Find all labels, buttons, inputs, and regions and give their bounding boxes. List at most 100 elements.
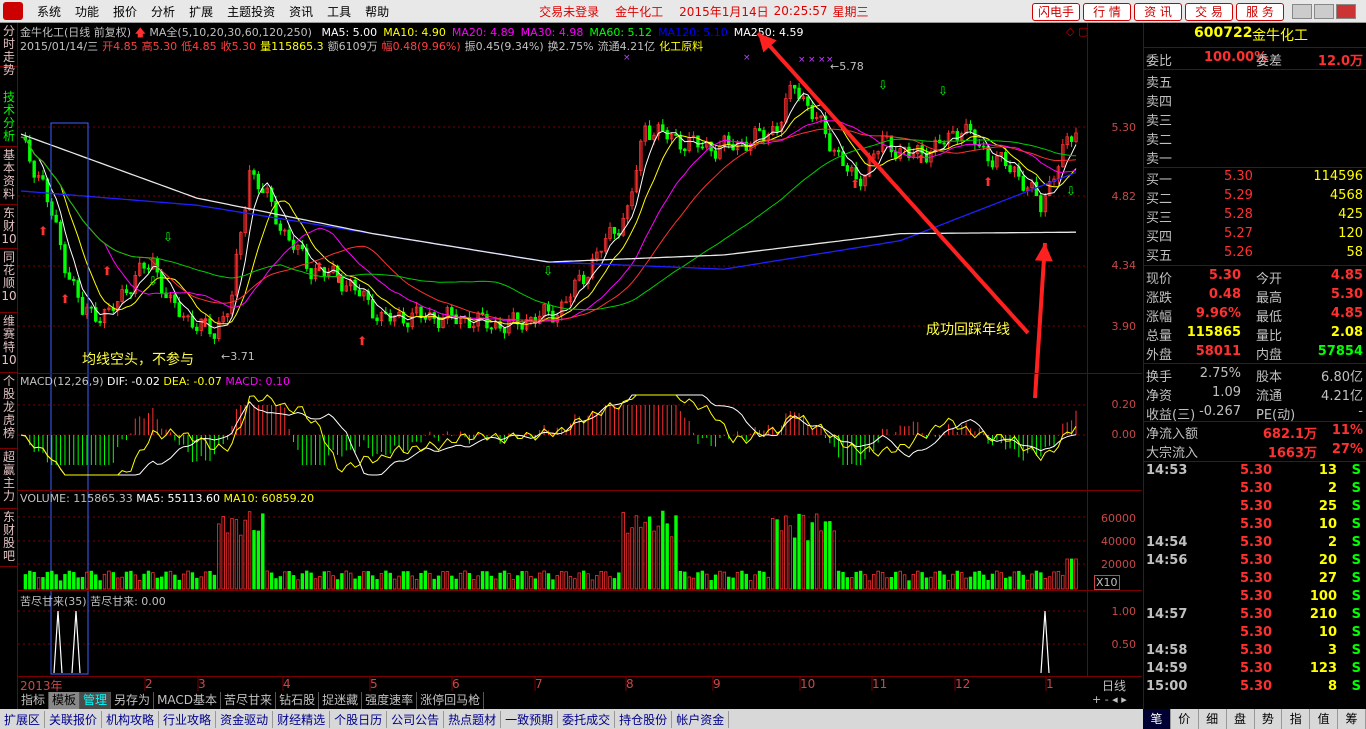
volume-ma5: MA5: 55113.60	[136, 492, 220, 505]
volume-bar	[199, 576, 203, 590]
menu-item[interactable]: 系统	[37, 3, 61, 20]
footer-right-tab[interactable]: 笔	[1143, 709, 1171, 729]
footer-tab[interactable]: 关联报价	[45, 710, 103, 728]
buy-price: 5.27	[1224, 226, 1253, 241]
low-price-label: ←3.71	[221, 350, 255, 363]
menu-item[interactable]: 帮助	[365, 3, 389, 20]
footer-right-tab[interactable]: 指	[1282, 709, 1311, 729]
menu-item[interactable]: 扩展	[189, 3, 213, 20]
candle-body	[845, 165, 850, 172]
login-status[interactable]: 交易未登录	[539, 3, 599, 20]
footer-tab[interactable]: 扩展区	[0, 710, 46, 728]
indicator-title[interactable]: 苦尽甘来(35)	[20, 595, 87, 608]
footer-tab[interactable]: 帐户资金	[672, 710, 730, 728]
tick-row: 14:56 5.30 20 S	[1144, 553, 1366, 572]
order-ratio-label: 委比	[1146, 54, 1173, 69]
volume-bar	[981, 574, 986, 590]
window-controls	[1292, 4, 1362, 19]
indicator-tab[interactable]: MACD基本	[154, 692, 222, 709]
footer-right-tab[interactable]: 值	[1310, 709, 1339, 729]
footer-right-tab[interactable]: 势	[1255, 709, 1283, 729]
footer-right-tab[interactable]: 细	[1199, 709, 1227, 729]
candle-body	[252, 170, 256, 175]
close-icon[interactable]	[1336, 4, 1356, 19]
menu-item[interactable]: 功能	[75, 3, 99, 20]
footer-tab[interactable]: 资金驱动	[216, 710, 274, 728]
tab-technical[interactable]: 技术分析	[0, 89, 18, 147]
footer-tab[interactable]: 机构攻略	[102, 710, 160, 728]
sell-marker-icon: ⇩	[938, 84, 948, 98]
footer-tab[interactable]: 行业攻略	[159, 710, 217, 728]
volume-bar	[902, 574, 907, 590]
macd-title[interactable]: MACD(12,26,9)	[20, 375, 104, 388]
indicator-tab[interactable]: 指标	[18, 692, 50, 709]
indicator-tab[interactable]: 钻石股	[276, 692, 320, 709]
candle-body	[76, 280, 80, 298]
sell-marker-icon: ⇩	[148, 274, 158, 288]
app-logo-icon[interactable]	[3, 2, 23, 20]
tab-ths[interactable]: 同花顺10	[0, 249, 18, 313]
menu-item[interactable]: 资讯	[289, 3, 313, 20]
volume-title[interactable]: VOLUME: 115865.33	[20, 492, 133, 505]
tick-price: 5.30	[1240, 517, 1273, 532]
stat-value: -	[1358, 404, 1363, 419]
price-tick: 3.90	[1111, 320, 1137, 333]
maximize-icon[interactable]	[1314, 4, 1334, 19]
tab-intraday[interactable]: 分时走势	[0, 23, 18, 77]
indicator-tab[interactable]: 另存为	[111, 692, 155, 709]
indicator-tab[interactable]: 模板	[49, 692, 81, 709]
buy-volume: 4568	[1329, 188, 1363, 203]
tab-eastmoney[interactable]: 东财10	[0, 205, 18, 249]
footer-right-tab[interactable]: 价	[1171, 709, 1199, 729]
tab-main-force[interactable]: 超赢主力	[0, 449, 18, 509]
indicator-tab[interactable]: 管理	[80, 692, 112, 709]
candle-body	[546, 304, 551, 312]
tick-side: S	[1351, 679, 1361, 694]
minimize-icon[interactable]	[1292, 4, 1312, 19]
footer-tab[interactable]: 热点题材	[444, 710, 502, 728]
tab-guba[interactable]: 东财股吧	[0, 509, 18, 567]
news-button[interactable]: 资 讯	[1134, 3, 1182, 21]
tab-vst[interactable]: 维赛特10	[0, 313, 18, 373]
footer-tab[interactable]: 持仓股份	[615, 710, 673, 728]
candle-body	[683, 148, 687, 152]
footer-tab[interactable]: 个股日历	[330, 710, 388, 728]
footer-tab[interactable]: 一致预期	[501, 710, 559, 728]
chart-canvas[interactable]: ⬆⬆⬆⬆⬆⬆⬆⬆⬆⬆⇩⇩⇩⇩ ⇩⇩× × × × × ×←5.78←3.71均线空头，不参与…	[18, 23, 1142, 692]
stat-label: 内盘	[1256, 348, 1283, 363]
indicator-tab[interactable]: 苦尽甘来	[221, 692, 277, 709]
menu-item[interactable]: 分析	[151, 3, 175, 20]
footer-tab[interactable]: 财经精选	[273, 710, 331, 728]
menu-item[interactable]: 主题投资	[227, 3, 275, 20]
tick-row: 5.30 100 S	[1144, 589, 1366, 608]
footer-tab[interactable]: 公司公告	[387, 710, 445, 728]
footer-tab[interactable]: 委托成交	[558, 710, 616, 728]
volume-bar	[775, 519, 779, 590]
volume-bar	[713, 574, 718, 590]
volume-bar	[1003, 577, 1008, 590]
flash-trade-button[interactable]: 闪电手	[1032, 3, 1080, 21]
volume-bar	[762, 571, 766, 590]
menu-item[interactable]: 报价	[113, 3, 137, 20]
indicator-tick: 1.00	[1111, 605, 1137, 618]
volume-bar	[322, 571, 327, 590]
footer-right-tab[interactable]: 盘	[1227, 709, 1255, 729]
tab-fundamentals[interactable]: 基本资料	[0, 147, 18, 205]
quotes-button[interactable]: 行 情	[1083, 3, 1131, 21]
indicator-tab[interactable]: 涨停回马枪	[417, 692, 485, 709]
tab-dragon-tiger[interactable]: 个股龙虎榜	[0, 373, 18, 449]
stat-label: 今开	[1256, 272, 1283, 287]
volume-bar	[784, 515, 788, 590]
indicator-tab[interactable]: 捉迷藏	[319, 692, 363, 709]
volume-bar	[397, 575, 401, 590]
volume-bar	[836, 570, 841, 590]
footer-right-tab[interactable]: 筹	[1338, 709, 1366, 729]
zoom-controls[interactable]: + - ◂ ▸	[1092, 693, 1127, 706]
tick-time: 14:53	[1146, 463, 1188, 478]
menu-item[interactable]: 工具	[327, 3, 351, 20]
volume-bar	[797, 513, 801, 590]
volume-bar	[678, 570, 683, 590]
volume-bar	[810, 522, 814, 590]
x-tick-label: 5	[370, 677, 378, 691]
indicator-tab[interactable]: 强度速率	[362, 692, 418, 709]
